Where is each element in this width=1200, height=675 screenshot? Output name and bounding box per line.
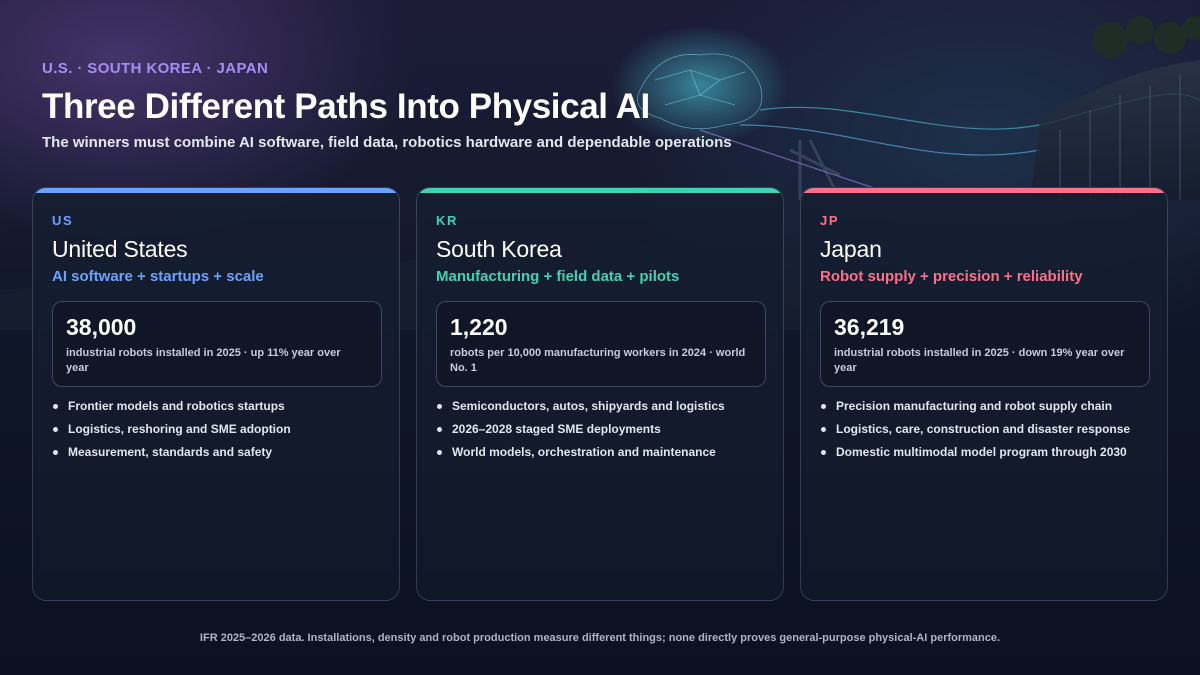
bullet-text: Measurement, standards and safety [68,445,273,459]
card-united-states: US United States AI software + startups … [32,187,400,601]
card-country-name: South Korea [436,236,562,262]
stat-description: robots per 10,000 manufacturing workers … [450,347,746,374]
card-south-korea: KR South Korea Manufacturing + field dat… [416,187,784,601]
stat-box: 38,000 industrial robots installed in 20… [52,301,382,387]
eyebrow-text: U.S. · SOUTH KOREA · JAPAN [42,60,269,77]
stat-value: 36,219 [834,314,905,340]
page-subtitle: The winners must combine AI software, fi… [42,134,732,151]
card-accent-bar [417,188,783,193]
card-code: US [52,213,74,228]
bullet-dot-icon [53,427,58,432]
bullet-dot-icon [437,427,442,432]
bullet-text: 2026–2028 staged SME deployments [452,422,661,436]
bullet-item: 2026–2028 staged SME deployments [437,421,772,444]
stat-description: industrial robots installed in 2025 · do… [834,347,1125,374]
card-country-name: Japan [820,236,882,262]
bullet-text: Logistics, care, construction and disast… [836,422,1131,436]
bullet-list: Semiconductors, autos, shipyards and log… [437,398,772,467]
bullet-dot-icon [821,427,826,432]
bullet-text: Logistics, reshoring and SME adoption [68,422,291,436]
header: U.S. · SOUTH KOREA · JAPAN Three Differe… [42,60,942,151]
card-accent-bar [801,188,1167,193]
bullet-item: Logistics, reshoring and SME adoption [53,421,388,444]
stat-value: 38,000 [66,314,137,340]
card-country-name: United States [52,236,188,262]
bullet-dot-icon [821,404,826,409]
footnote: IFR 2025–2026 data. Installations, densi… [199,632,1001,644]
bullet-dot-icon [53,404,58,409]
card-code: JP [820,213,840,228]
stat-box: 36,219 industrial robots installed in 20… [820,301,1150,387]
bullet-item: Semiconductors, autos, shipyards and log… [437,398,772,421]
bullet-list: Frontier models and robotics startups Lo… [53,398,388,467]
bullet-dot-icon [821,450,826,455]
bullet-dot-icon [437,450,442,455]
bullet-text: Precision manufacturing and robot supply… [836,399,1113,413]
bullet-text: Frontier models and robotics startups [68,399,285,413]
card-japan: JP Japan Robot supply + precision + reli… [800,187,1168,601]
country-cards: US United States AI software + startups … [32,187,1168,601]
stat-value: 1,220 [450,314,508,340]
bullet-item: World models, orchestration and maintena… [437,444,772,467]
bullet-item: Precision manufacturing and robot supply… [821,398,1156,421]
page-title: Three Different Paths Into Physical AI [42,87,650,126]
bullet-item: Domestic multimodal model program throug… [821,444,1156,467]
bullet-item: Frontier models and robotics startups [53,398,388,421]
bullet-item: Logistics, care, construction and disast… [821,421,1156,444]
bullet-list: Precision manufacturing and robot supply… [821,398,1156,467]
card-tagline: AI software + startups + scale [52,268,264,285]
card-accent-bar [33,188,399,193]
card-code: KR [436,213,458,228]
card-tagline: Manufacturing + field data + pilots [436,268,680,285]
bullet-dot-icon [53,450,58,455]
bullet-dot-icon [437,404,442,409]
bullet-text: Semiconductors, autos, shipyards and log… [452,399,725,413]
stat-box: 1,220 robots per 10,000 manufacturing wo… [436,301,766,387]
bullet-text: Domestic multimodal model program throug… [836,445,1127,459]
stat-description: industrial robots installed in 2025 · up… [66,347,341,374]
card-tagline: Robot supply + precision + reliability [820,268,1083,285]
bullet-text: World models, orchestration and maintena… [452,445,716,459]
bullet-item: Measurement, standards and safety [53,444,388,467]
